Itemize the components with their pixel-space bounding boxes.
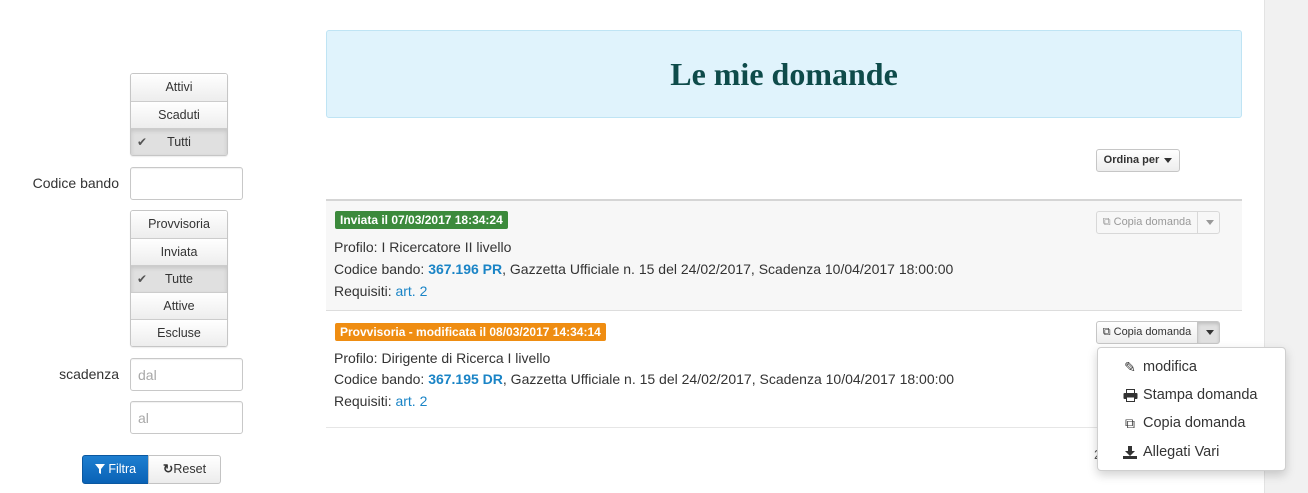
profilo-line: Profilo: I Ricercatore II livello: [334, 239, 512, 255]
page-header: Le mie domande: [326, 30, 1242, 118]
requisiti-link[interactable]: art. 2: [395, 283, 427, 299]
refresh-icon: ↻: [162, 462, 174, 476]
codice-line: Codice bando: 367.196 PR, Gazzetta Uffic…: [334, 261, 954, 277]
codice-bando-link[interactable]: 367.196 PR: [428, 261, 502, 277]
application-item: Inviata il 07/03/2017 18:34:24 Profilo: …: [326, 199, 1242, 311]
sort-dropdown-button[interactable]: Ordina per: [1096, 149, 1180, 172]
check-icon: ✔: [137, 135, 148, 149]
menu-item-modifica[interactable]: ✎ modifica: [1098, 354, 1285, 381]
actions-dropdown-menu: ✎ modifica Stampa domanda ⧉ Copia domanda …: [1097, 347, 1286, 471]
scadenza-al-input[interactable]: [130, 401, 243, 434]
profilo-line: Profilo: Dirigente di Ricerca I livello: [334, 350, 551, 366]
pencil-icon: ✎: [1124, 359, 1136, 375]
scadenza-label: scadenza: [59, 366, 119, 382]
actions-toggle-button[interactable]: [1197, 211, 1220, 234]
reset-button[interactable]: ↻Reset: [148, 455, 221, 484]
check-icon: ✔: [137, 272, 148, 286]
caret-down-icon: [1205, 329, 1214, 335]
codice-bando-input[interactable]: [130, 167, 243, 200]
copy-application-button[interactable]: ⧉ Copia domanda: [1096, 321, 1198, 344]
state-filter-group: Provvisoria Inviata ✔ Tutte Attive Esclus…: [130, 210, 228, 347]
filter-provvisoria-button[interactable]: Provvisoria: [131, 211, 227, 238]
page-title: Le mie domande: [670, 56, 898, 92]
actions-toggle-button[interactable]: [1197, 321, 1220, 344]
copy-icon: ⧉: [1102, 326, 1111, 338]
codice-bando-link[interactable]: 367.195 DR: [428, 371, 503, 387]
filter-tutte-button[interactable]: ✔ Tutte: [131, 265, 227, 292]
filter-escluse-button[interactable]: Escluse: [131, 319, 227, 346]
filter-attivi-button[interactable]: Attivi: [131, 74, 227, 101]
scadenza-dal-input[interactable]: [130, 358, 243, 391]
filtra-button[interactable]: Filtra: [82, 455, 149, 484]
caret-down-icon: [1164, 157, 1173, 163]
menu-item-stampa-domanda[interactable]: Stampa domanda: [1098, 382, 1285, 409]
copy-application-button[interactable]: ⧉ Copia domanda: [1096, 211, 1198, 234]
status-badge: Inviata il 07/03/2017 18:34:24: [335, 211, 508, 229]
codice-line: Codice bando: 367.195 DR, Gazzetta Uffic…: [334, 371, 955, 387]
download-icon: [1121, 439, 1139, 466]
status-filter-group: Attivi Scaduti ✔ Tutti: [130, 73, 228, 156]
filter-icon: [94, 464, 105, 474]
menu-item-copia-domanda[interactable]: ⧉ Copia domanda: [1098, 410, 1285, 437]
requisiti-line: Requisiti: art. 2: [334, 393, 428, 409]
filter-inviata-button[interactable]: Inviata: [131, 238, 227, 265]
copy-icon: ⧉: [1102, 216, 1111, 228]
status-badge: Provvisoria - modificata il 08/03/2017 1…: [335, 323, 606, 341]
caret-down-icon: [1205, 219, 1214, 225]
filter-attive-button[interactable]: Attive: [131, 292, 227, 319]
print-icon: [1121, 382, 1139, 409]
copy-icon: ⧉: [1125, 415, 1135, 431]
filter-scaduti-button[interactable]: Scaduti: [131, 101, 227, 128]
requisiti-link[interactable]: art. 2: [395, 393, 427, 409]
menu-item-allegati-vari[interactable]: Allegati Vari: [1098, 439, 1285, 466]
codice-bando-label: Codice bando: [32, 175, 119, 191]
filter-tutti-button[interactable]: ✔ Tutti: [131, 128, 227, 155]
requisiti-line: Requisiti: art. 2: [334, 283, 428, 299]
